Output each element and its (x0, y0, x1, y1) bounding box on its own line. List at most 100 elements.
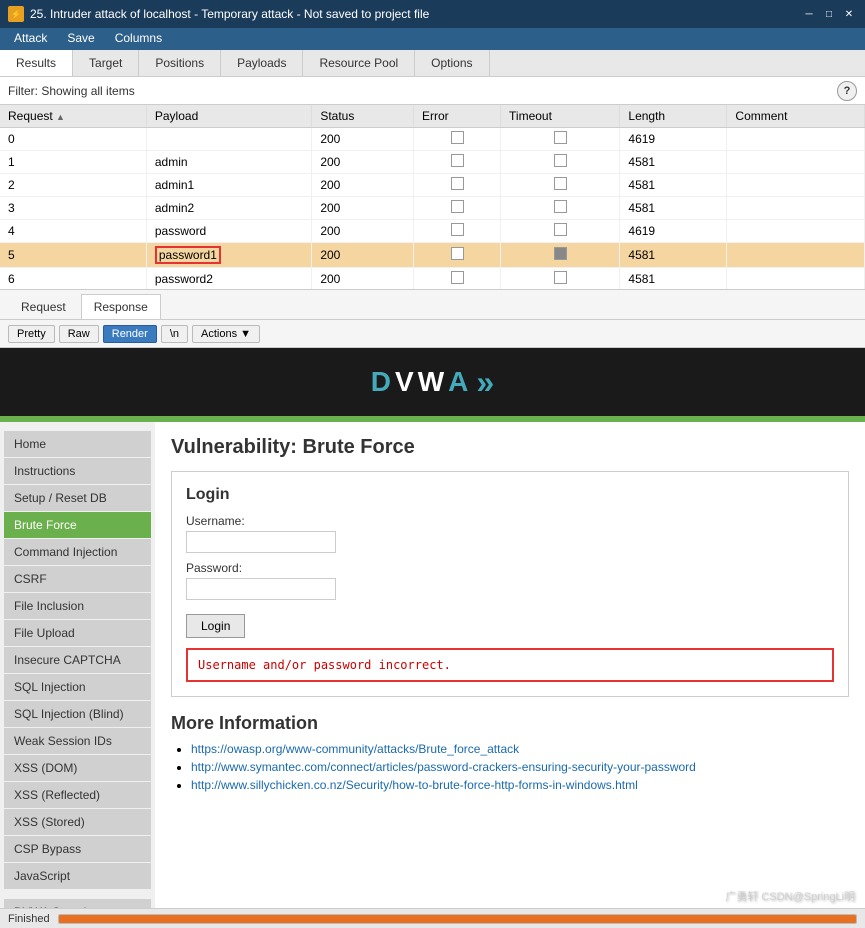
cell-error (414, 268, 501, 291)
col-error[interactable]: Error (414, 105, 501, 128)
pretty-button[interactable]: Pretty (8, 325, 55, 343)
cell-request: 4 (0, 220, 146, 243)
progress-bar-container (58, 914, 857, 924)
table-row[interactable]: 6password22004581 (0, 268, 865, 291)
sidebar-item-home[interactable]: Home (4, 431, 151, 457)
cell-length: 4619 (620, 220, 727, 243)
cell-payload (146, 128, 311, 151)
tab-positions[interactable]: Positions (139, 50, 221, 76)
table-row[interactable]: 5password12004581 (0, 243, 865, 268)
menu-columns[interactable]: Columns (105, 28, 172, 50)
table-row[interactable]: 0 200 4619 (0, 128, 865, 151)
username-input[interactable] (186, 531, 336, 553)
cell-status: 200 (312, 128, 414, 151)
maximize-button[interactable]: □ (821, 6, 837, 22)
sidebar-item-sql-injection[interactable]: SQL Injection (4, 674, 151, 700)
cell-error (414, 220, 501, 243)
tab-request[interactable]: Request (8, 294, 79, 319)
cell-length: 4581 (620, 197, 727, 220)
col-timeout[interactable]: Timeout (501, 105, 620, 128)
cell-timeout (501, 220, 620, 243)
link-owasp[interactable]: https://owasp.org/www-community/attacks/… (191, 742, 519, 756)
status-text: Finished (8, 913, 50, 925)
col-payload[interactable]: Payload (146, 105, 311, 128)
sidebar-item-csp-bypass[interactable]: CSP Bypass (4, 836, 151, 862)
tab-options[interactable]: Options (415, 50, 489, 76)
cell-request: 1 (0, 151, 146, 174)
more-info-section: More Information https://owasp.org/www-c… (171, 713, 849, 792)
cell-error (414, 174, 501, 197)
render-area: DVWA » Home Instructions Setup / Reset D… (0, 348, 865, 928)
table-row[interactable]: 3admin22004581 (0, 197, 865, 220)
cell-request: 5 (0, 243, 146, 268)
sidebar-item-file-inclusion[interactable]: File Inclusion (4, 593, 151, 619)
table-row[interactable]: 2admin12004581 (0, 174, 865, 197)
render-button[interactable]: Render (103, 325, 157, 343)
sidebar-item-xss-dom[interactable]: XSS (DOM) (4, 755, 151, 781)
actions-button[interactable]: Actions ▼ (192, 325, 260, 343)
cell-payload: admin (146, 151, 311, 174)
cell-payload: admin2 (146, 197, 311, 220)
sidebar-item-weak-session[interactable]: Weak Session IDs (4, 728, 151, 754)
cell-comment (727, 151, 865, 174)
tab-resource-pool[interactable]: Resource Pool (303, 50, 415, 76)
help-button[interactable]: ? (837, 81, 857, 101)
sidebar-item-instructions[interactable]: Instructions (4, 458, 151, 484)
cell-error (414, 197, 501, 220)
cell-request: 2 (0, 174, 146, 197)
menu-attack[interactable]: Attack (4, 28, 57, 50)
cell-status: 200 (312, 197, 414, 220)
dvwa-main-content: Vulnerability: Brute Force Login Usernam… (155, 422, 865, 928)
col-request[interactable]: Request ▲ (0, 105, 146, 128)
sidebar-item-command-injection[interactable]: Command Injection (4, 539, 151, 565)
cell-timeout (501, 151, 620, 174)
list-item: http://www.symantec.com/connect/articles… (191, 760, 849, 774)
window-title: 25. Intruder attack of localhost - Tempo… (30, 7, 429, 21)
col-status[interactable]: Status (312, 105, 414, 128)
cell-payload: password (146, 220, 311, 243)
tab-response[interactable]: Response (81, 294, 161, 319)
sidebar-item-file-upload[interactable]: File Upload (4, 620, 151, 646)
tab-payloads[interactable]: Payloads (221, 50, 303, 76)
cell-request: 0 (0, 128, 146, 151)
dvwa-body: Home Instructions Setup / Reset DB Brute… (0, 422, 865, 928)
cell-length: 4581 (620, 174, 727, 197)
cell-timeout (501, 128, 620, 151)
newline-button[interactable]: \n (161, 325, 188, 343)
table-row[interactable]: 1admin2004581 (0, 151, 865, 174)
sidebar-item-csrf[interactable]: CSRF (4, 566, 151, 592)
cell-comment (727, 128, 865, 151)
sidebar-item-insecure-captcha[interactable]: Insecure CAPTCHA (4, 647, 151, 673)
raw-button[interactable]: Raw (59, 325, 99, 343)
password-group: Password: (186, 561, 834, 600)
col-comment[interactable]: Comment (727, 105, 865, 128)
table-row[interactable]: 4password2004619 (0, 220, 865, 243)
sidebar-item-xss-stored[interactable]: XSS (Stored) (4, 809, 151, 835)
col-length[interactable]: Length (620, 105, 727, 128)
sidebar-item-xss-reflected[interactable]: XSS (Reflected) (4, 782, 151, 808)
chevron-down-icon: ▼ (240, 328, 251, 340)
sidebar-item-brute-force[interactable]: Brute Force (4, 512, 151, 538)
sidebar-item-sql-injection-blind[interactable]: SQL Injection (Blind) (4, 701, 151, 727)
menu-save[interactable]: Save (57, 28, 104, 50)
app-icon: ⚡ (8, 6, 24, 22)
link-sillychicken[interactable]: http://www.sillychicken.co.nz/Security/h… (191, 778, 638, 792)
close-button[interactable]: ✕ (841, 6, 857, 22)
login-button[interactable]: Login (186, 614, 245, 638)
cell-error (414, 128, 501, 151)
password-input[interactable] (186, 578, 336, 600)
link-symantec[interactable]: http://www.symantec.com/connect/articles… (191, 760, 696, 774)
sidebar-item-javascript[interactable]: JavaScript (4, 863, 151, 889)
more-info-links: https://owasp.org/www-community/attacks/… (171, 742, 849, 792)
cell-length: 4581 (620, 268, 727, 291)
tab-results[interactable]: Results (0, 50, 73, 76)
list-item: http://www.sillychicken.co.nz/Security/h… (191, 778, 849, 792)
cell-request: 6 (0, 268, 146, 291)
cell-comment (727, 197, 865, 220)
sidebar-item-setup[interactable]: Setup / Reset DB (4, 485, 151, 511)
cell-length: 4581 (620, 151, 727, 174)
cell-length: 4619 (620, 128, 727, 151)
cell-status: 200 (312, 243, 414, 268)
minimize-button[interactable]: ─ (801, 6, 817, 22)
tab-target[interactable]: Target (73, 50, 139, 76)
